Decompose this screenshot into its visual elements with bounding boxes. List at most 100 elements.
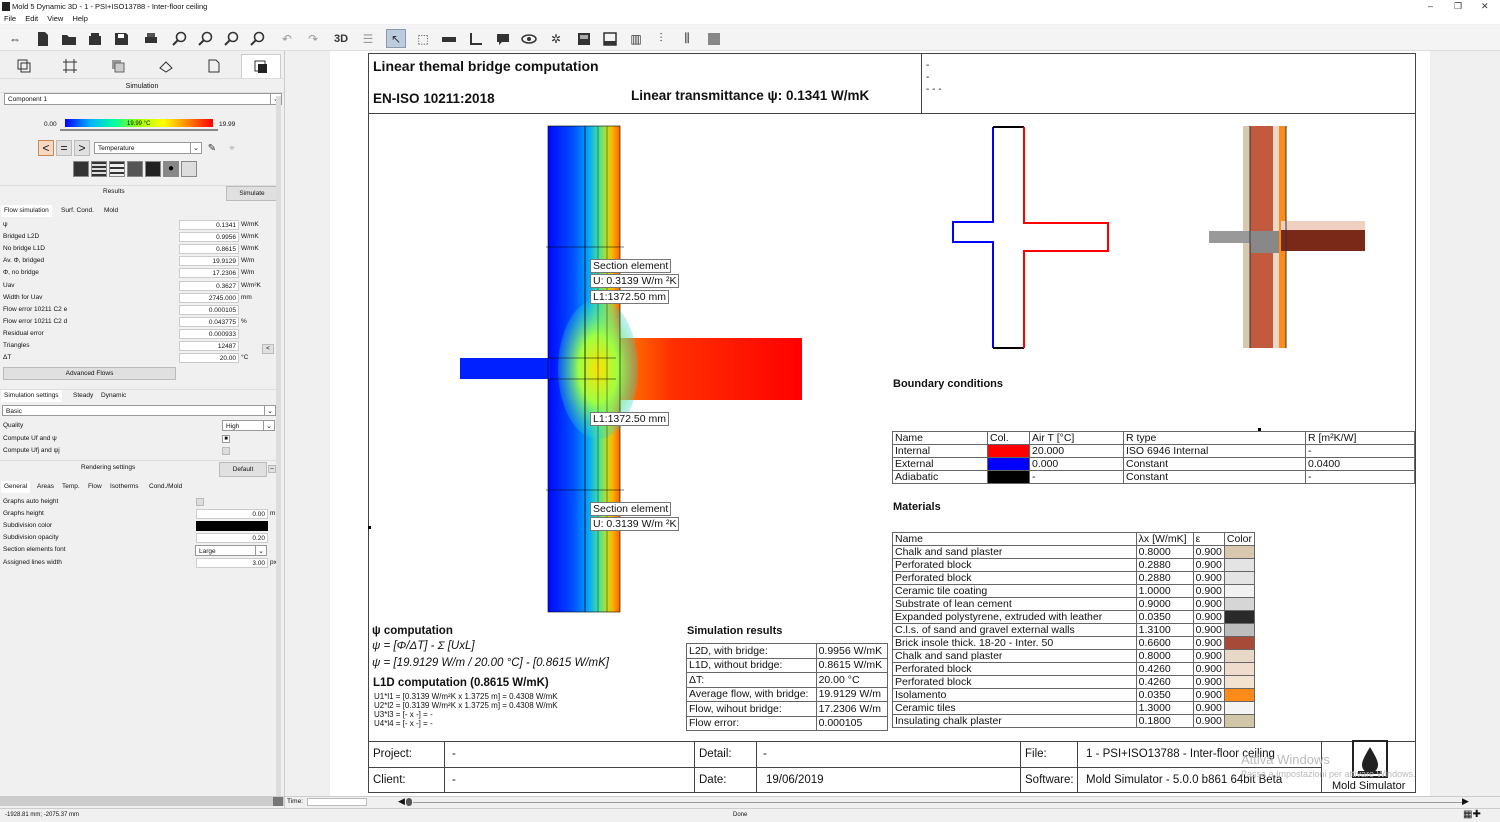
ruler-icon[interactable] xyxy=(439,29,459,48)
print-icon[interactable] xyxy=(141,29,161,48)
width-collapse-button[interactable]: < xyxy=(262,344,274,354)
scroll-track xyxy=(413,802,1463,803)
redo-icon[interactable]: ↷ xyxy=(303,29,323,48)
menu-view[interactable]: View xyxy=(47,14,63,23)
report-standard: EN-ISO 10211:2018 xyxy=(373,91,495,106)
pan-arrows-icon[interactable]: ⇔ xyxy=(5,29,25,48)
style-mixed-icon[interactable] xyxy=(127,161,143,177)
th-color: Color xyxy=(1223,532,1256,546)
sim-mode-select[interactable]: Basic ⌄ xyxy=(2,405,276,416)
tab-cond-mold[interactable]: Cond./Mold xyxy=(146,481,185,493)
detail-label: Detail: xyxy=(699,748,732,760)
style-solid-icon[interactable] xyxy=(73,161,89,177)
pin-icon[interactable]: ⌖ xyxy=(224,140,240,156)
psi-formula: ψ = [Φ/ΔT] - Σ [UxL] xyxy=(372,640,475,652)
menu-file[interactable]: File xyxy=(4,14,16,23)
advanced-flows-button[interactable]: Advanced Flows xyxy=(3,367,176,380)
compute-ufj-checkbox[interactable] xyxy=(222,447,230,455)
canvas-hscroll[interactable]: Time: ◀ ▶ xyxy=(285,796,1500,807)
equal-button[interactable]: = xyxy=(56,140,72,156)
tab-mold[interactable]: Mold xyxy=(101,205,121,217)
grid-icon[interactable]: ▦✚ xyxy=(1463,810,1481,820)
grid-tab-icon[interactable] xyxy=(50,54,90,78)
drop-icon[interactable]: ● xyxy=(163,161,179,177)
menu-help[interactable]: Help xyxy=(72,14,87,23)
prev-button[interactable]: < xyxy=(38,140,54,156)
tab-areas[interactable]: Areas xyxy=(34,481,57,493)
zoom-in-icon[interactable] xyxy=(170,29,190,48)
zoom-out-icon[interactable] xyxy=(196,29,216,48)
scroll-right-icon[interactable]: ▶ xyxy=(1462,796,1469,807)
save-icon[interactable] xyxy=(111,29,131,48)
tab-general[interactable]: General xyxy=(1,481,31,493)
linear-transmittance: Linear transmittance ψ: 0.1341 W/mK xyxy=(631,88,870,103)
subdivision-opacity-input[interactable]: 0.20 xyxy=(196,533,268,543)
comment-icon[interactable] xyxy=(493,29,513,48)
result-property-row: ΔT 20.00 °C xyxy=(2,352,276,364)
undo-icon[interactable]: ↶ xyxy=(277,29,297,48)
time-input[interactable] xyxy=(307,798,367,806)
tab-flow[interactable]: Flow xyxy=(85,481,105,493)
assigned-lines-input[interactable]: 3.00 xyxy=(196,558,268,568)
tab-surf-cond[interactable]: Surf. Cond. xyxy=(58,205,97,217)
scroll-left-icon[interactable]: ◀ xyxy=(398,796,405,807)
graphs-height-input[interactable]: 0.00 xyxy=(196,509,268,519)
view-mode-select[interactable]: Temperature ⌄ xyxy=(94,142,202,154)
menu-edit[interactable]: Edit xyxy=(25,14,38,23)
maximize-button[interactable]: ❐ xyxy=(1454,0,1462,13)
tab-dynamic[interactable]: Dynamic xyxy=(98,390,129,402)
open-recent-icon[interactable] xyxy=(85,29,105,48)
next-button[interactable]: > xyxy=(74,140,90,156)
simulation-tab-icon[interactable] xyxy=(241,54,281,78)
stack-tab-icon[interactable] xyxy=(146,54,186,78)
boundary-icon[interactable] xyxy=(600,29,620,48)
list-icon[interactable]: ☰ xyxy=(358,29,378,48)
scroll-thumb[interactable] xyxy=(406,798,412,806)
document-tab-icon[interactable] xyxy=(194,54,234,78)
graph-icon[interactable]: ▥ xyxy=(626,29,646,48)
geometry-tab-icon[interactable] xyxy=(4,54,44,78)
simulate-button[interactable]: Simulate xyxy=(226,186,278,201)
close-button[interactable]: ✕ xyxy=(1481,0,1489,13)
open-folder-icon[interactable] xyxy=(59,29,79,48)
sections-icon[interactable]: ⫼ xyxy=(677,29,697,48)
compute-uf-checkbox[interactable]: ■ xyxy=(222,435,230,443)
tab-flow-simulation[interactable]: Flow simulation xyxy=(1,205,52,217)
tab-steady[interactable]: Steady xyxy=(70,390,96,402)
minimize-button[interactable]: – xyxy=(1428,0,1433,13)
style-outline-icon[interactable] xyxy=(181,161,197,177)
default-button[interactable]: Default xyxy=(219,462,267,477)
tab-isotherms[interactable]: Isotherms xyxy=(107,481,142,493)
tab-temp[interactable]: Temp. xyxy=(59,481,83,493)
material-color-swatch xyxy=(1223,662,1256,676)
panel-hscroll[interactable] xyxy=(0,796,285,806)
select-cursor-icon[interactable]: ↖ xyxy=(386,29,406,48)
collapse-icon[interactable]: – xyxy=(268,465,276,473)
zoom-fit-icon[interactable] xyxy=(222,29,242,48)
layers-tab-icon[interactable] xyxy=(98,54,138,78)
result-property-row: ψ 0.1341 W/mK xyxy=(2,219,276,231)
new-file-icon[interactable] xyxy=(33,29,53,48)
probe-icon[interactable]: ⫶ xyxy=(651,29,671,48)
subdivision-color-swatch[interactable] xyxy=(196,521,268,531)
report-icon[interactable] xyxy=(704,29,724,48)
tab-simulation-settings[interactable]: Simulation settings xyxy=(1,390,62,402)
material-icon[interactable] xyxy=(574,29,594,48)
eye-icon[interactable] xyxy=(519,29,539,48)
style-stripes-icon[interactable] xyxy=(109,161,125,177)
hide-icon[interactable]: ✲ xyxy=(546,29,566,48)
zoom-window-icon[interactable] xyxy=(248,29,268,48)
angle-measure-icon[interactable] xyxy=(466,29,486,48)
probe-icon[interactable]: ✎ xyxy=(204,140,220,156)
scale-slider[interactable] xyxy=(60,129,218,131)
graphs-auto-height-checkbox[interactable] xyxy=(196,498,204,506)
style-dark-icon[interactable] xyxy=(145,161,161,177)
style-lines-icon[interactable] xyxy=(91,161,107,177)
panel-scrollbar[interactable] xyxy=(276,96,281,796)
quality-select[interactable]: High ⌄ xyxy=(222,420,275,431)
material-epsilon: 0.900 xyxy=(1192,545,1225,559)
select-area-icon[interactable]: ⬚ xyxy=(413,29,433,48)
section-font-select[interactable]: Large ⌄ xyxy=(195,545,267,556)
component-select[interactable]: Component 1⌄ xyxy=(4,93,282,105)
3d-view-button[interactable]: 3D xyxy=(331,29,351,48)
